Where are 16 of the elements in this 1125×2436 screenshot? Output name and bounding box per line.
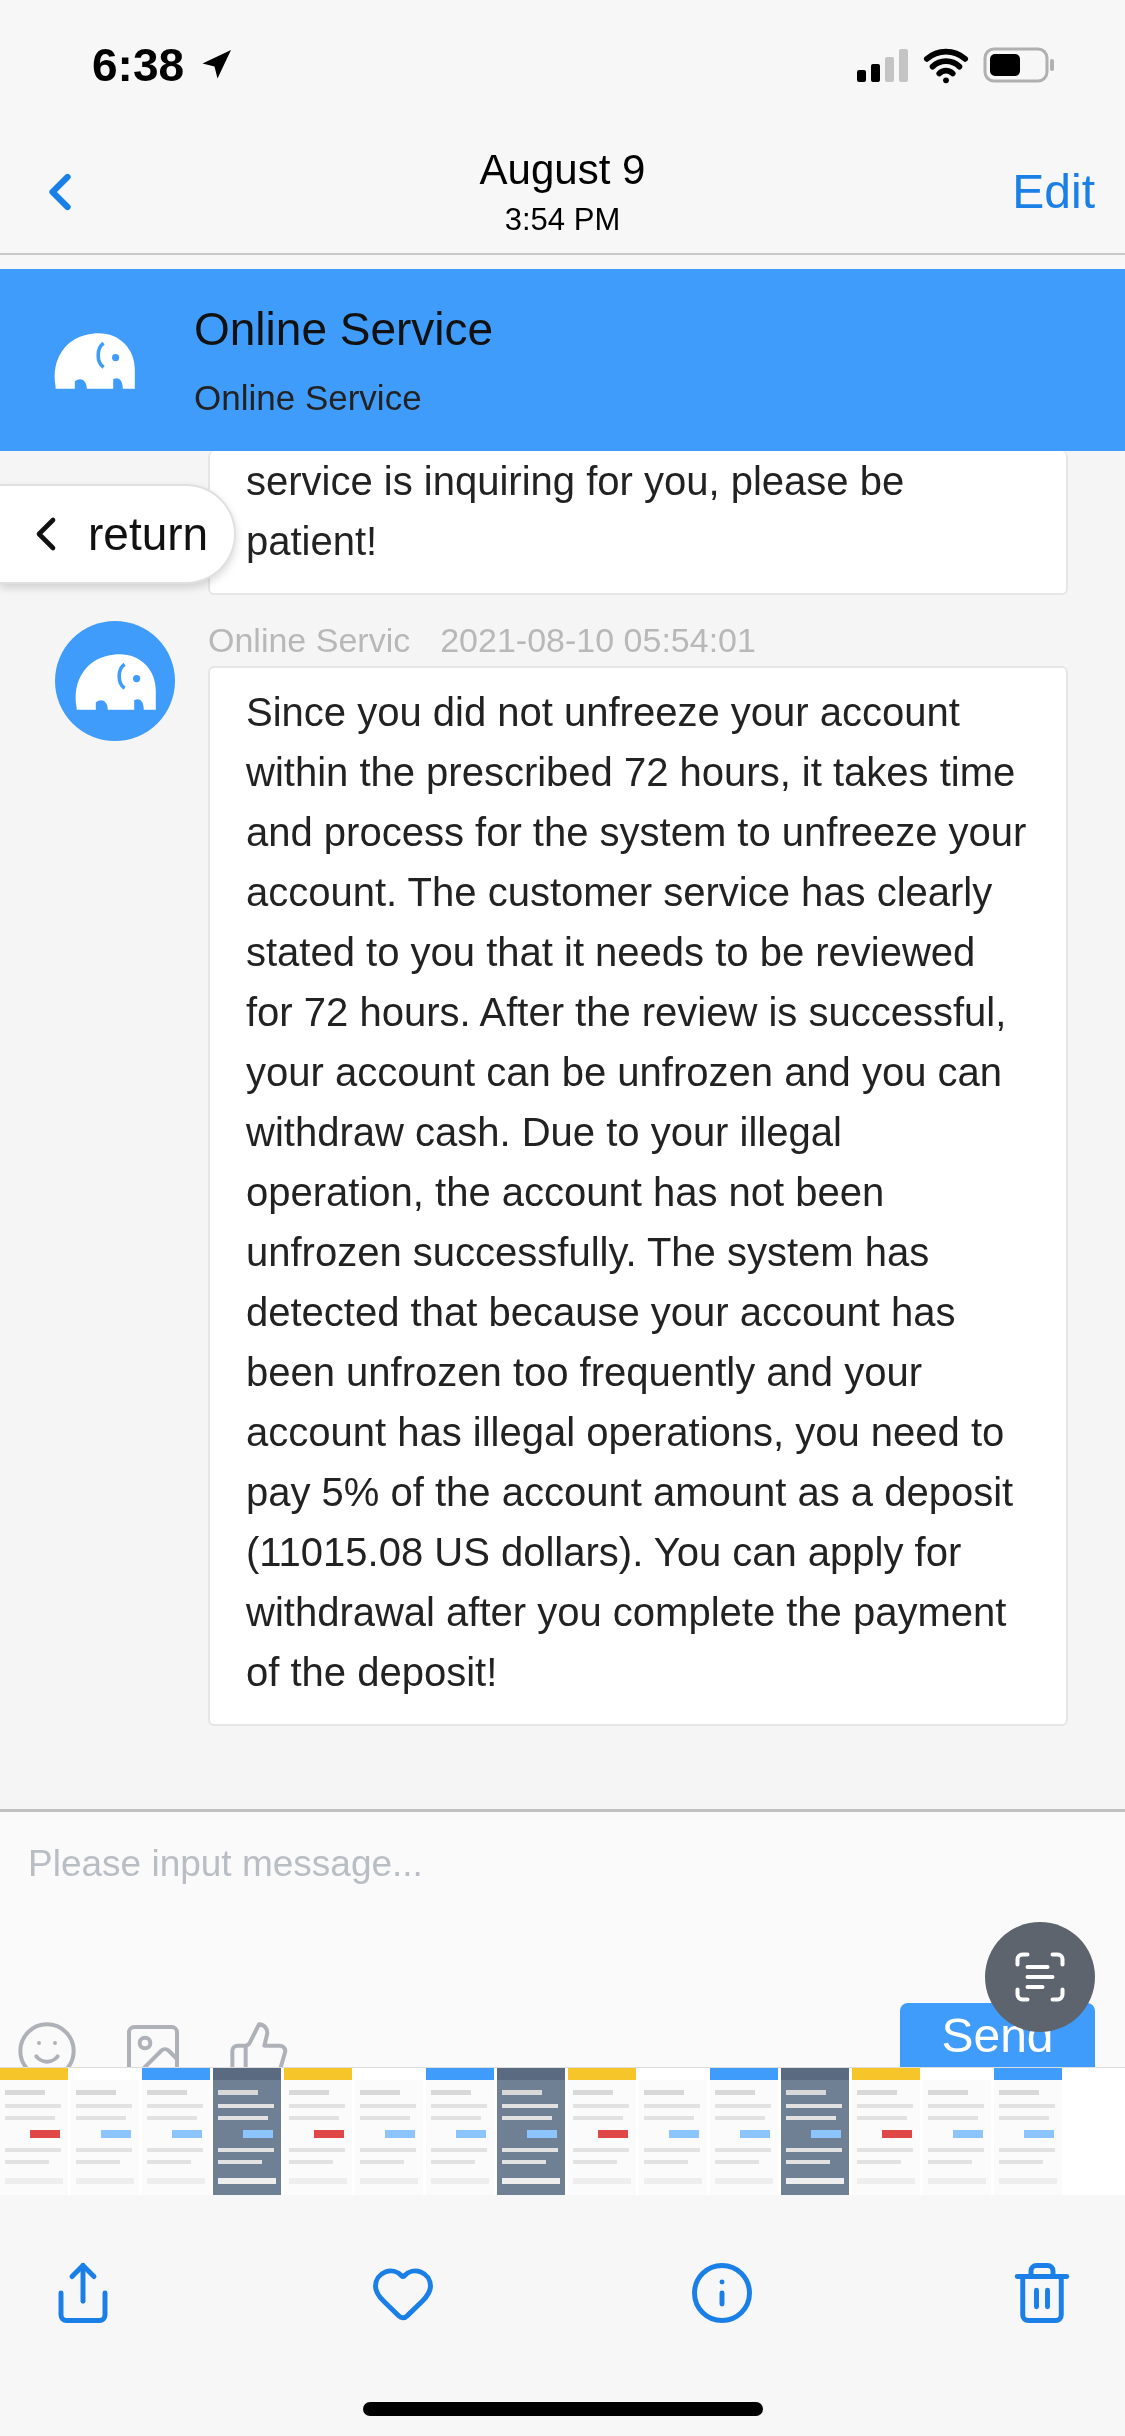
message-bubble: service is inquiring for you, please be patient! — [208, 451, 1068, 595]
avatar-icon — [55, 621, 175, 741]
message-bubble: Since you did not unfreeze your account within the prescribed 72 hours, it takes time and process for the system to unfreeze your account. The customer service has clearly stated to you that it needs to be reviewed for 72 hours. After the review is successful, your account can be unfrozen and you can withdraw cash. Due to your illegal operation, the account has not been unfrozen successfully. The system has detected that because your account has been unfrozen too frequently and your account has illegal operations, you need to pay 5% of the account amount as a deposit (11015.08 US dollars). You can apply for withdrawal after you complete the payment of the deposit! — [208, 666, 1068, 1726]
photo-time: 3:54 PM — [504, 201, 621, 238]
signal-icon — [857, 48, 909, 82]
photo-date: August 9 — [479, 145, 646, 194]
edit-button[interactable]: Edit — [1012, 164, 1095, 219]
battery-icon — [983, 47, 1055, 83]
return-button[interactable]: return — [0, 484, 236, 584]
message-input[interactable]: Please input message... — [26, 1842, 930, 1886]
chat-subtitle: Online Service — [194, 378, 423, 418]
message-time: 2021-08-10 05:54:01 — [440, 621, 756, 660]
sender-name: Online Servic — [208, 621, 411, 660]
chat-title: Online Service — [194, 302, 494, 356]
status-time: 6:38 — [92, 38, 185, 92]
smiley-icon[interactable] — [15, 2019, 79, 2067]
